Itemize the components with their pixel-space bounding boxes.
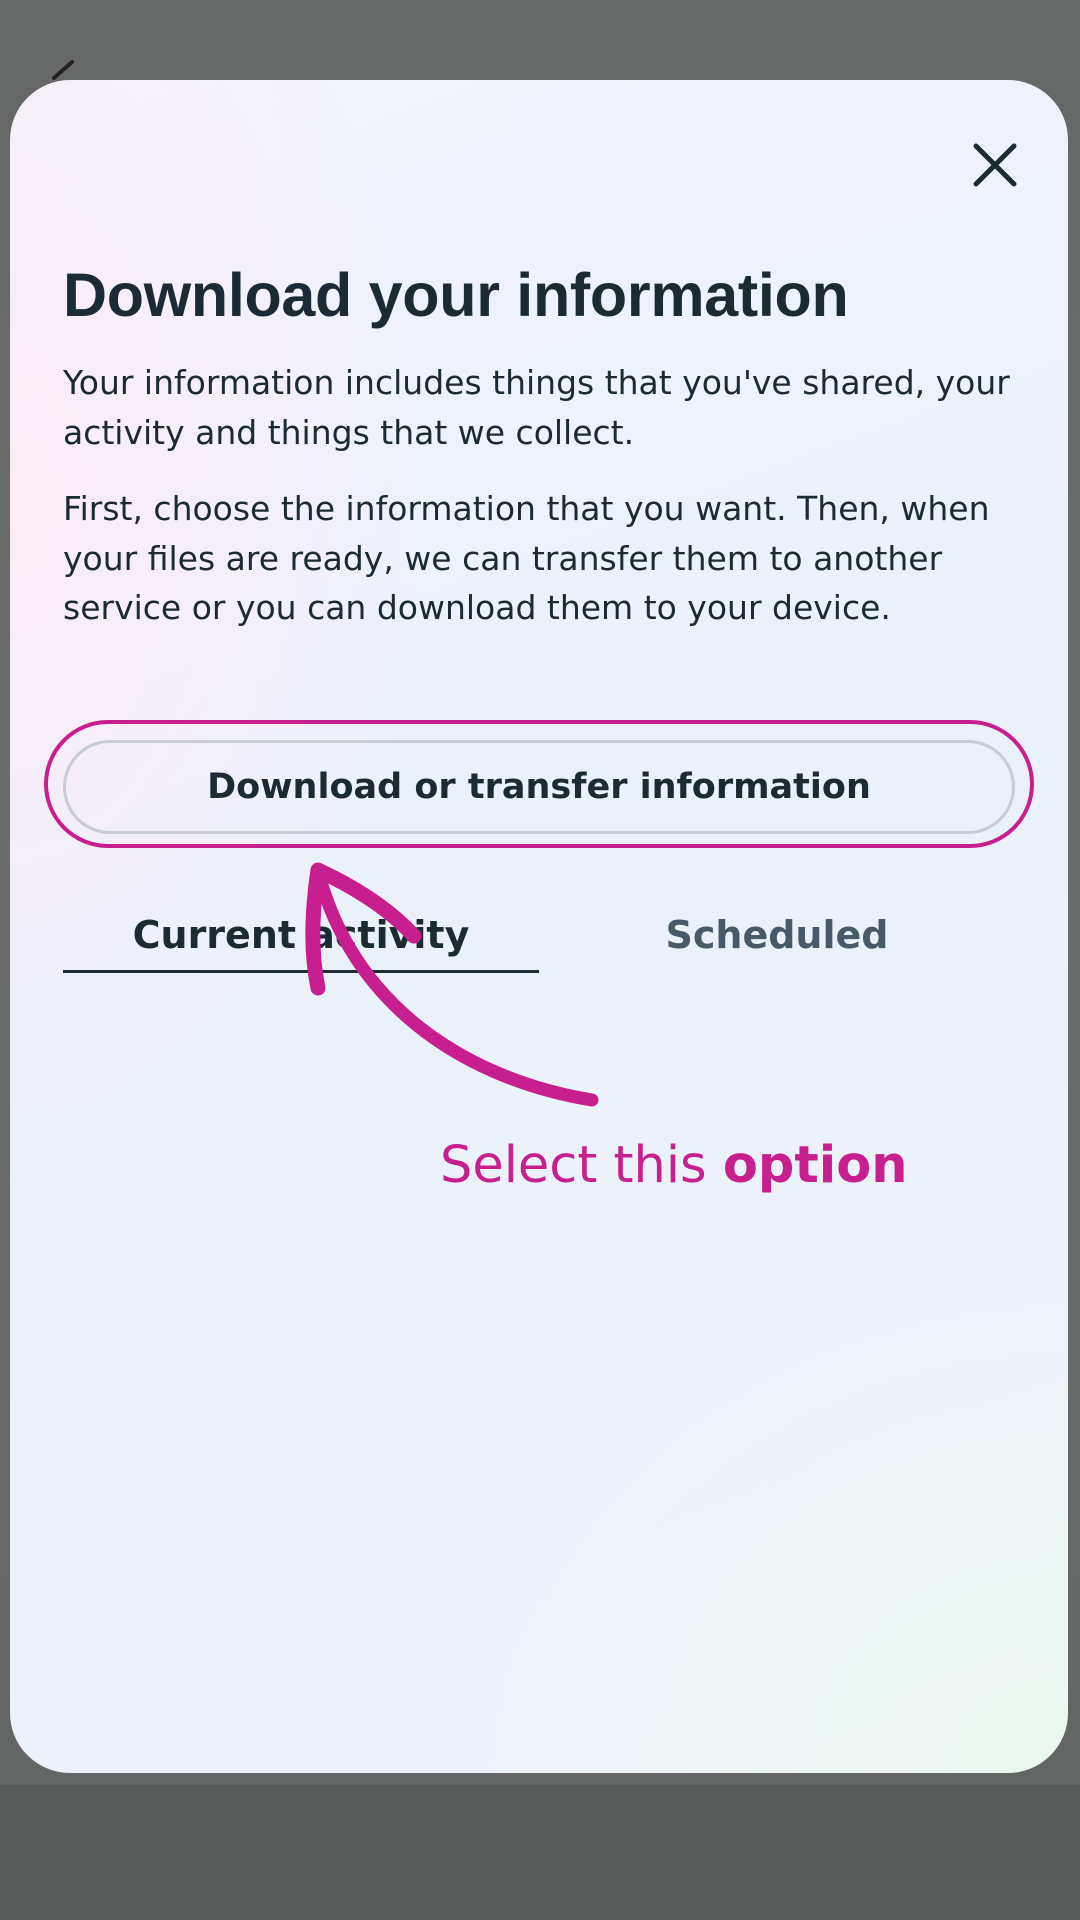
description-paragraph-1: Your information includes things that yo… bbox=[63, 363, 1010, 452]
annotation-text-bold: option bbox=[722, 1136, 908, 1195]
bottom-bar bbox=[0, 1785, 1080, 1920]
annotation-text-regular: Select this bbox=[440, 1136, 723, 1195]
description-paragraph-2: First, choose the information that you w… bbox=[63, 489, 990, 627]
close-icon[interactable] bbox=[960, 130, 1030, 200]
tab-scheduled[interactable]: Scheduled bbox=[539, 900, 1015, 970]
tab-selected-indicator bbox=[63, 970, 539, 973]
annotation-text: Select this option bbox=[440, 1134, 908, 1198]
page-title: Download your information bbox=[63, 261, 849, 329]
tab-current-activity[interactable]: Current activity bbox=[63, 900, 539, 970]
download-or-transfer-button[interactable]: Download or transfer information bbox=[63, 740, 1015, 834]
